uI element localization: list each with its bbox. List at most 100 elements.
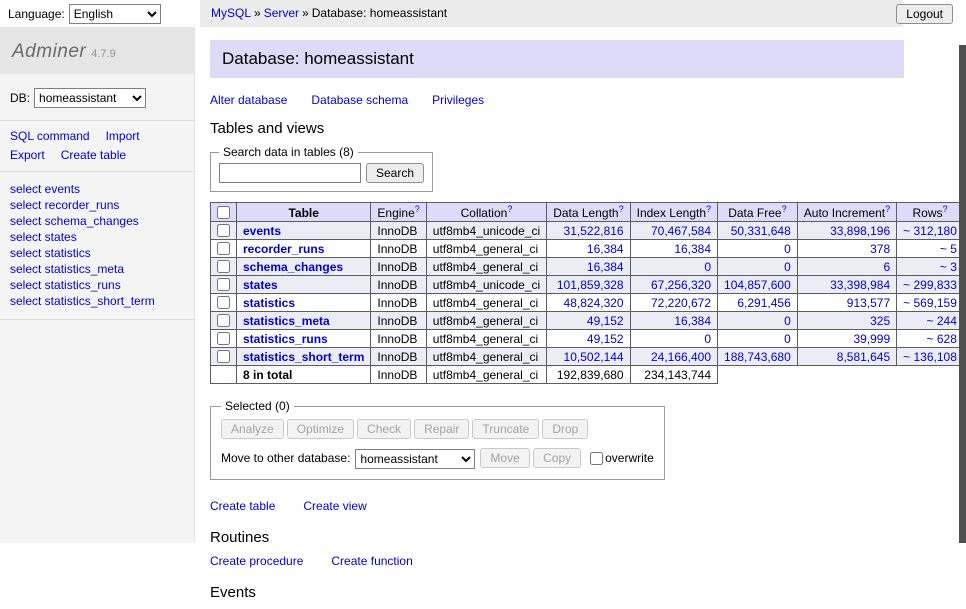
data-free-link[interactable]: 6,291,456 — [737, 296, 790, 310]
table-link[interactable]: statistics_meta — [243, 314, 330, 328]
auto-increment-link[interactable]: 39,999 — [853, 332, 890, 346]
rows-count-link[interactable]: ~ 569,159 — [903, 296, 957, 310]
help-icon[interactable]: ? — [885, 204, 890, 214]
database-schema-link[interactable]: Database schema — [311, 93, 408, 107]
row-checkbox[interactable] — [217, 296, 230, 309]
data-free-link[interactable]: 0 — [784, 332, 791, 346]
data-length-link[interactable]: 16,384 — [587, 242, 624, 256]
row-checkbox[interactable] — [217, 350, 230, 363]
sidebar-link-create-table[interactable]: Create table — [61, 148, 126, 162]
repair-button[interactable]: Repair — [414, 419, 469, 439]
breadcrumb-mysql-link[interactable]: MySQL — [211, 6, 251, 20]
data-length-link[interactable]: 49,152 — [587, 332, 624, 346]
rows-count-link[interactable]: ~ 3 — [940, 260, 957, 274]
data-length-link[interactable]: 48,824,320 — [564, 296, 624, 310]
auto-increment-link[interactable]: 378 — [870, 242, 890, 256]
row-checkbox[interactable] — [217, 314, 230, 327]
rows-count-link[interactable]: ~ 244 — [927, 314, 957, 328]
index-length-link[interactable]: 16,384 — [674, 242, 711, 256]
optimize-button[interactable]: Optimize — [287, 419, 354, 439]
data-length-link[interactable]: 16,384 — [587, 260, 624, 274]
create-function-link[interactable]: Create function — [331, 554, 412, 568]
data-free-link[interactable]: 104,857,600 — [724, 278, 791, 292]
sidebar-item-select-events[interactable]: select events — [10, 181, 184, 197]
help-icon[interactable]: ? — [415, 204, 420, 214]
index-length-link[interactable]: 0 — [704, 332, 711, 346]
rows-count-link[interactable]: ~ 312,180 — [903, 224, 957, 238]
select-all-checkbox[interactable] — [217, 206, 230, 219]
auto-increment-link[interactable]: 33,398,984 — [830, 278, 890, 292]
table-link[interactable]: states — [243, 278, 278, 292]
help-icon[interactable]: ? — [943, 204, 948, 214]
table-link[interactable]: statistics — [243, 296, 295, 310]
sidebar-item-select-schema-changes[interactable]: select schema_changes — [10, 213, 184, 229]
sidebar-item-select-statistics-short-term[interactable]: select statistics_short_term — [10, 293, 184, 309]
sidebar-item-select-states[interactable]: select states — [10, 229, 184, 245]
language-select[interactable]: English — [69, 4, 161, 24]
analyze-button[interactable]: Analyze — [221, 419, 284, 439]
sidebar-item-select-recorder-runs[interactable]: select recorder_runs — [10, 197, 184, 213]
sidebar-link-import[interactable]: Import — [106, 129, 140, 143]
table-link[interactable]: schema_changes — [243, 260, 343, 274]
overwrite-checkbox[interactable] — [590, 452, 603, 465]
index-length-link[interactable]: 72,220,672 — [651, 296, 711, 310]
rows-count-link[interactable]: ~ 628 — [927, 332, 957, 346]
rows-count-link[interactable]: ~ 5 — [940, 242, 957, 256]
auto-increment-link[interactable]: 8,581,645 — [837, 350, 890, 364]
auto-increment-link[interactable]: 913,577 — [847, 296, 890, 310]
sidebar-link-export[interactable]: Export — [10, 148, 45, 162]
search-button[interactable]: Search — [366, 163, 424, 183]
move-db-select[interactable]: homeassistant — [355, 449, 475, 469]
privileges-link[interactable]: Privileges — [432, 93, 484, 107]
create-view-link[interactable]: Create view — [303, 499, 366, 513]
table-link[interactable]: recorder_runs — [243, 242, 324, 256]
rows-count-link[interactable]: ~ 136,108 — [903, 350, 957, 364]
auto-increment-link[interactable]: 325 — [870, 314, 890, 328]
help-icon[interactable]: ? — [706, 204, 711, 214]
sidebar-item-select-statistics-runs[interactable]: select statistics_runs — [10, 277, 184, 293]
move-button[interactable]: Move — [480, 448, 529, 468]
index-length-link[interactable]: 16,384 — [674, 314, 711, 328]
table-link[interactable]: statistics_short_term — [243, 350, 364, 364]
table-link[interactable]: statistics_runs — [243, 332, 328, 346]
index-length-link[interactable]: 0 — [704, 260, 711, 274]
auto-increment-link[interactable]: 33,898,196 — [830, 224, 890, 238]
index-length-link[interactable]: 24,166,400 — [651, 350, 711, 364]
sidebar-item-select-statistics[interactable]: select statistics — [10, 245, 184, 261]
db-select[interactable]: homeassistant — [34, 88, 146, 108]
data-free-link[interactable]: 0 — [784, 260, 791, 274]
data-length-link[interactable]: 10,502,144 — [564, 350, 624, 364]
data-free-link[interactable]: 188,743,680 — [724, 350, 791, 364]
scrollbar[interactable] — [959, 45, 966, 543]
breadcrumb-server-link[interactable]: Server — [264, 6, 299, 20]
auto-increment-link[interactable]: 6 — [883, 260, 890, 274]
create-procedure-link[interactable]: Create procedure — [210, 554, 303, 568]
table-link[interactable]: events — [243, 224, 281, 238]
check-button[interactable]: Check — [357, 419, 411, 439]
data-free-link[interactable]: 50,331,648 — [731, 224, 791, 238]
create-table-link[interactable]: Create table — [210, 499, 275, 513]
data-length-link[interactable]: 31,522,816 — [564, 224, 624, 238]
rows-count-link[interactable]: ~ 299,833 — [903, 278, 957, 292]
copy-button[interactable]: Copy — [533, 448, 581, 468]
row-checkbox[interactable] — [217, 242, 230, 255]
data-free-link[interactable]: 0 — [784, 314, 791, 328]
index-length-link[interactable]: 70,467,584 — [651, 224, 711, 238]
help-icon[interactable]: ? — [619, 204, 624, 214]
index-length-link[interactable]: 67,256,320 — [651, 278, 711, 292]
truncate-button[interactable]: Truncate — [472, 419, 539, 439]
logout-button[interactable]: Logout — [896, 4, 953, 24]
alter-database-link[interactable]: Alter database — [210, 93, 287, 107]
overwrite-toggle[interactable]: overwrite — [588, 451, 654, 465]
sidebar-link-sql-command[interactable]: SQL command — [10, 129, 90, 143]
row-checkbox[interactable] — [217, 278, 230, 291]
help-icon[interactable]: ? — [782, 204, 787, 214]
data-free-link[interactable]: 0 — [784, 242, 791, 256]
data-length-link[interactable]: 49,152 — [587, 314, 624, 328]
row-checkbox[interactable] — [217, 260, 230, 273]
sidebar-item-select-statistics-meta[interactable]: select statistics_meta — [10, 261, 184, 277]
search-input[interactable] — [219, 163, 361, 183]
row-checkbox[interactable] — [217, 224, 230, 237]
help-icon[interactable]: ? — [507, 204, 512, 214]
row-checkbox[interactable] — [217, 332, 230, 345]
